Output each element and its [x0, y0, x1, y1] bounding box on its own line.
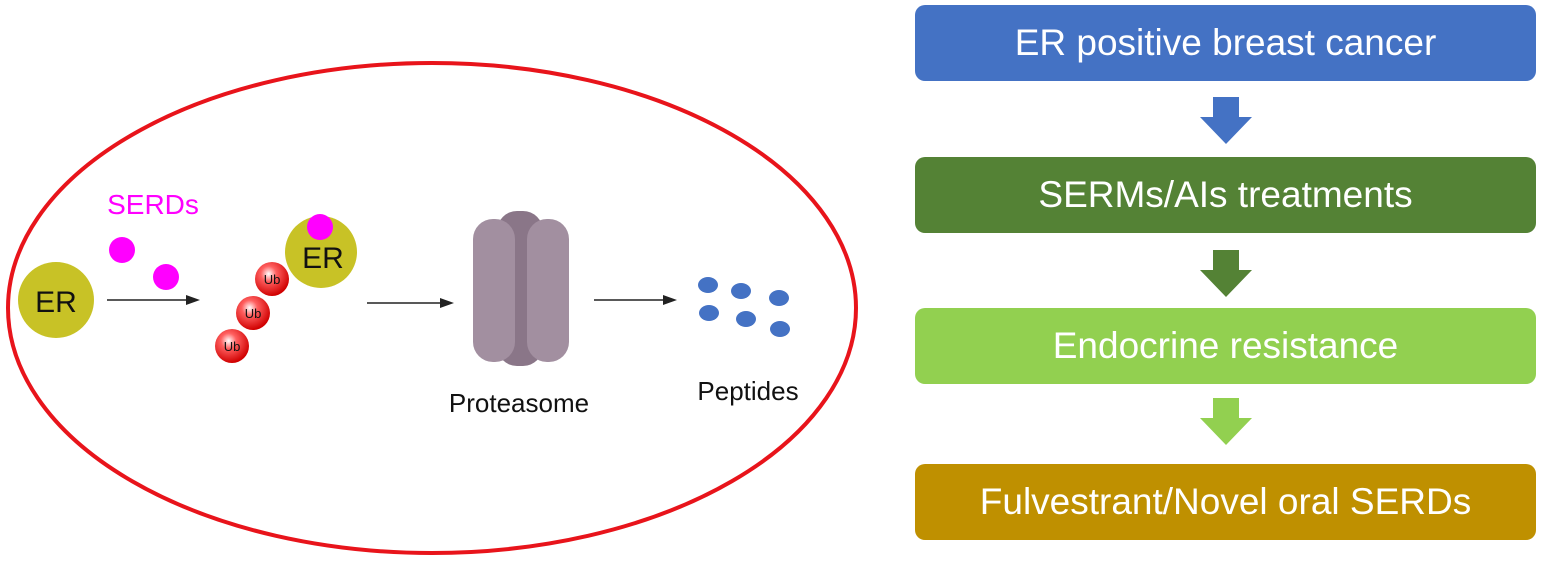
proteasome-label: Proteasome	[449, 388, 589, 418]
process-arrow	[367, 298, 454, 308]
serd-molecule	[109, 237, 135, 263]
down-arrow-icon	[1200, 398, 1252, 445]
down-arrow-icon	[1200, 97, 1252, 144]
cell-boundary	[6, 61, 858, 555]
process-arrow	[107, 295, 200, 305]
er-bound-label: ER	[302, 242, 344, 275]
serd-molecule	[153, 264, 179, 290]
flow-step-er-positive: ER positive breast cancer	[915, 5, 1536, 81]
serd-molecule-bound	[307, 214, 333, 240]
peptides-label: Peptides	[697, 376, 798, 406]
flow-step-label: ER positive breast cancer	[1014, 22, 1437, 63]
flow-step-label: SERMs/AIs treatments	[1038, 174, 1413, 215]
flow-step-label: Endocrine resistance	[1052, 325, 1399, 366]
svg-text:Ub: Ub	[264, 272, 281, 287]
process-arrow	[594, 295, 677, 305]
er-label: ER	[35, 286, 77, 319]
ubiquitin-chain: Ub Ub Ub	[215, 262, 289, 363]
svg-text:Ub: Ub	[245, 306, 262, 321]
serds-label: SERDs	[107, 189, 199, 220]
svg-text:Ub: Ub	[224, 339, 241, 354]
flow-step-label: Fulvestrant/Novel oral SERDs	[979, 481, 1472, 522]
proteasome-icon	[473, 211, 569, 366]
down-arrow-icon	[1200, 250, 1252, 297]
flow-step-fulvestrant-serds: Fulvestrant/Novel oral SERDs	[915, 464, 1536, 540]
flow-step-serms-ais: SERMs/AIs treatments	[915, 157, 1536, 233]
flow-step-endocrine-resistance: Endocrine resistance	[915, 308, 1536, 384]
peptides-icon	[698, 277, 790, 337]
